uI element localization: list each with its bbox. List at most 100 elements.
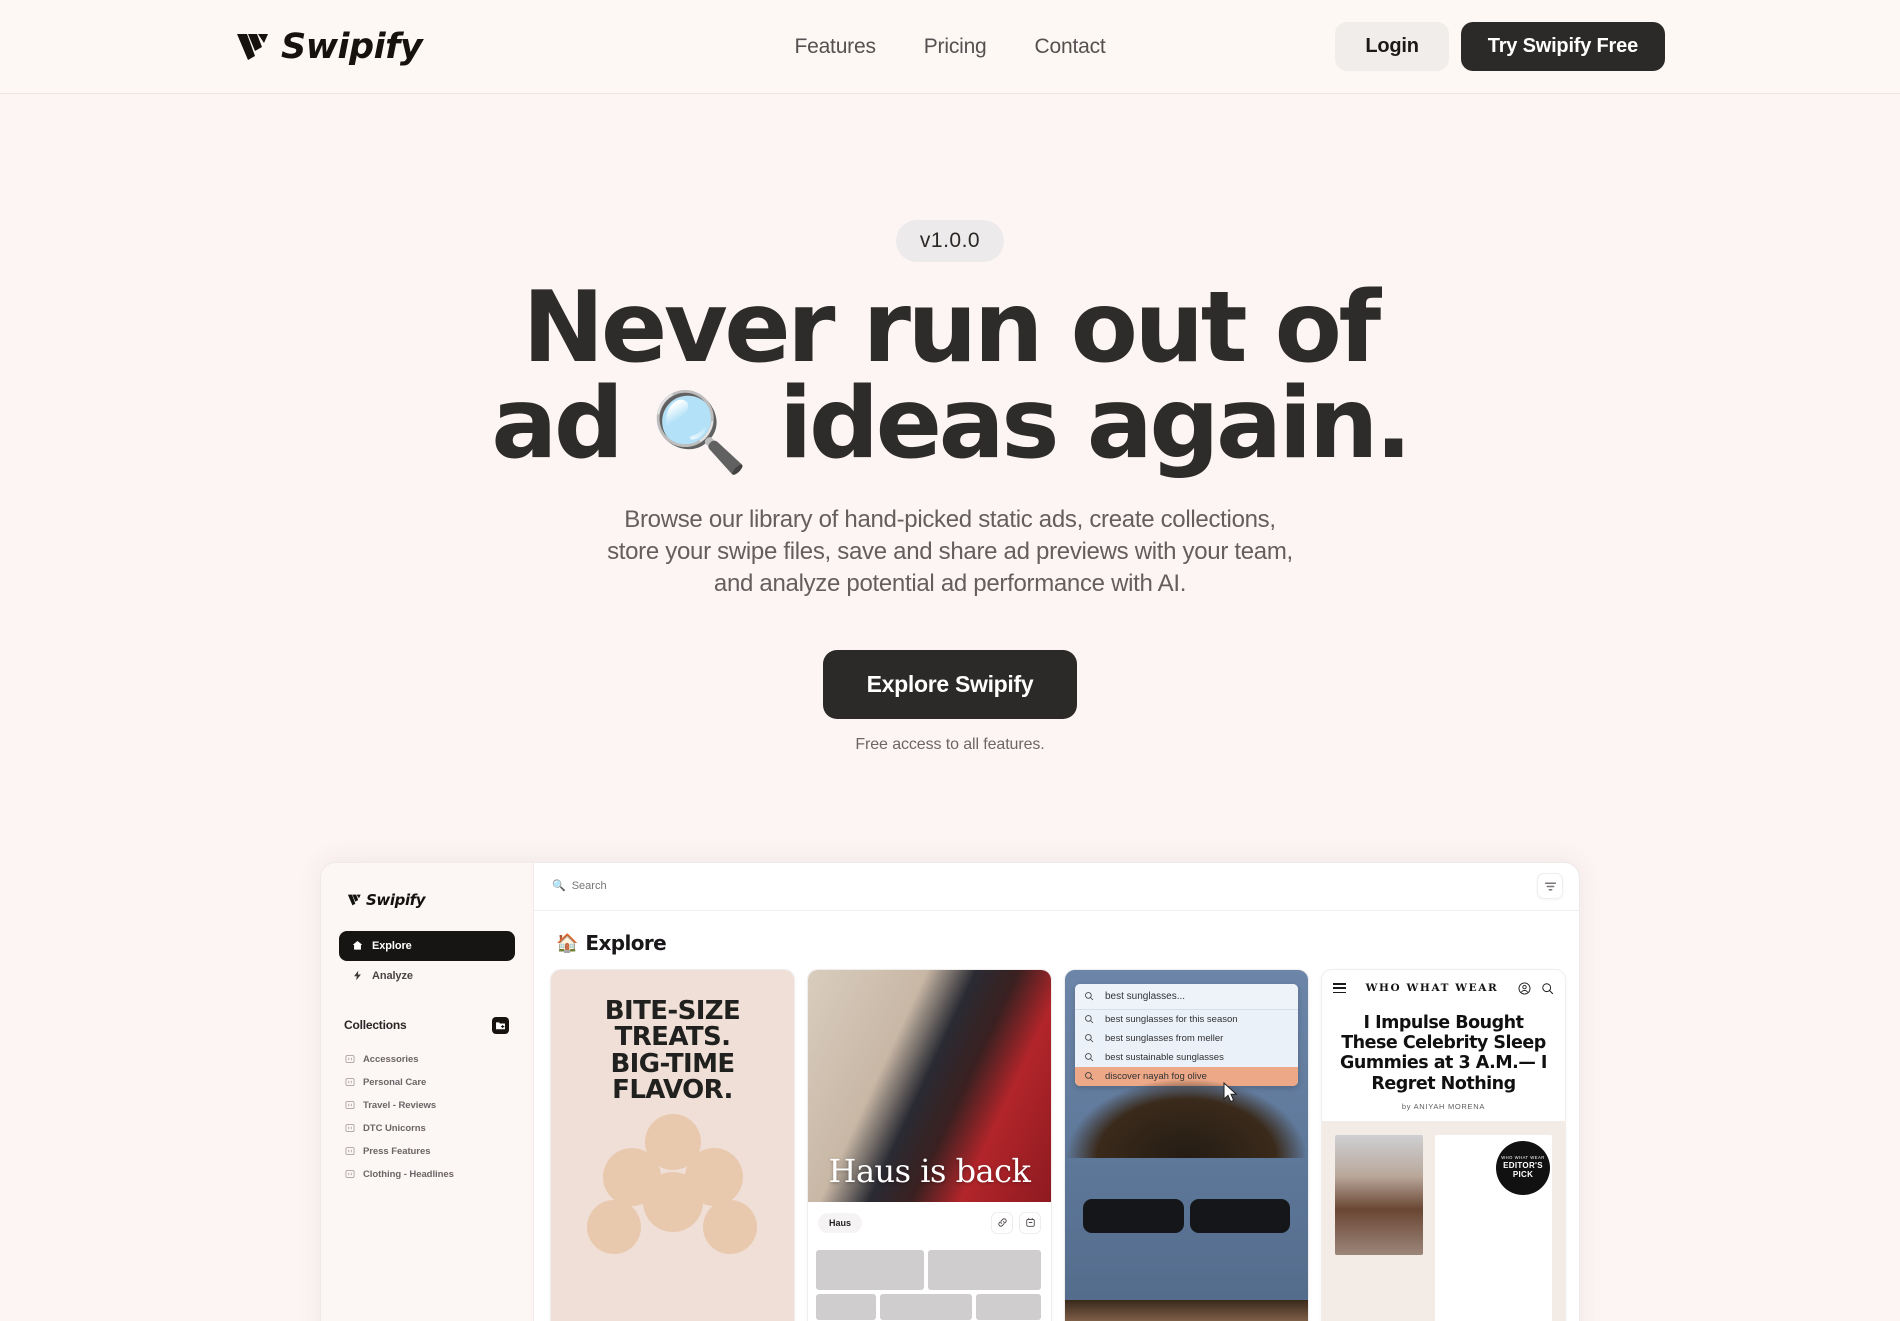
brand-chip[interactable]: Haus bbox=[818, 1212, 863, 1233]
product-image bbox=[573, 1113, 773, 1264]
explore-swipify-button[interactable]: Explore Swipify bbox=[822, 649, 1078, 719]
brand-name: Swipify bbox=[281, 26, 423, 67]
search-query-text: best sunglasses... bbox=[1105, 990, 1186, 1002]
suggestion-item[interactable]: best sunglasses from meller bbox=[1075, 1029, 1298, 1048]
search-icon: 🔍 bbox=[552, 879, 566, 892]
search-bar[interactable]: 🔍 bbox=[552, 879, 1529, 893]
list-item-label: Accessories bbox=[363, 1053, 419, 1065]
collections-list: Accessories Personal Care Travel - Revie… bbox=[339, 1048, 515, 1186]
app-topbar: 🔍 bbox=[534, 863, 1579, 911]
brand-logo[interactable]: Swipify bbox=[235, 26, 423, 67]
ad-image: Haus is back bbox=[808, 969, 1051, 1202]
list-item[interactable]: Personal Care bbox=[341, 1071, 513, 1094]
swipify-logo-icon-small bbox=[347, 894, 361, 906]
hero-title-ideas: ideas again. bbox=[778, 367, 1412, 482]
list-item-label: Travel - Reviews bbox=[363, 1099, 437, 1111]
ad-card-footer: Haus bbox=[808, 1201, 1051, 1244]
ad-image bbox=[1065, 1077, 1308, 1158]
search-input[interactable] bbox=[571, 880, 1529, 893]
hero-title-line-2: ad 🔍 ideas again. bbox=[0, 375, 1900, 473]
ad-headline: BITE-SIZE TREATS. BIG-TIME FLAVOR. bbox=[605, 998, 741, 1106]
suggestion-label: best sunglasses for this season bbox=[1105, 1013, 1238, 1025]
suggestion-item[interactable]: best sunglasses for this season bbox=[1075, 1010, 1298, 1029]
list-item[interactable]: DTC Unicorns bbox=[341, 1117, 513, 1140]
version-badge: v1.0.0 bbox=[895, 220, 1005, 262]
filter-icon bbox=[1544, 882, 1556, 891]
search-icon bbox=[1085, 1034, 1094, 1043]
nav-link-features[interactable]: Features bbox=[794, 35, 875, 59]
account-icon[interactable] bbox=[1518, 982, 1531, 995]
sidebar-item-explore-label: Explore bbox=[372, 939, 412, 952]
link-icon bbox=[997, 1218, 1007, 1227]
copy-link-button[interactable] bbox=[991, 1211, 1013, 1234]
list-item-label: Clothing - Headlines bbox=[363, 1168, 454, 1180]
login-button[interactable]: Login bbox=[1335, 22, 1449, 71]
add-collection-button[interactable] bbox=[492, 1016, 509, 1034]
app-brand-logo: Swipify bbox=[347, 891, 515, 909]
app-preview: Swipify Explore Analyze Collections Acce… bbox=[320, 861, 1580, 1321]
sidebar-item-explore[interactable]: Explore bbox=[339, 930, 515, 961]
home-icon bbox=[352, 941, 363, 950]
list-item[interactable]: Press Features bbox=[341, 1140, 513, 1163]
editors-pick-badge: WHO WHAT WEAR EDITOR'S PICK bbox=[1496, 1140, 1550, 1195]
hamburger-menu-icon[interactable] bbox=[1333, 983, 1346, 994]
article-byline: by ANIYAH MORENA bbox=[1401, 1101, 1486, 1111]
magnifier-emoji-icon: 🔍 bbox=[651, 388, 749, 479]
list-item[interactable]: Travel - Reviews bbox=[341, 1094, 513, 1117]
collection-icon bbox=[345, 1170, 355, 1179]
site-header: Swipify Features Pricing Contact Login T… bbox=[0, 0, 1900, 94]
ad-headline-line-4: FLAVOR. bbox=[612, 1075, 733, 1106]
try-free-button[interactable]: Try Swipify Free bbox=[1460, 22, 1665, 71]
app-main: 🔍 🏠 Explore BITE-SIZE TRE bbox=[534, 863, 1579, 1321]
collections-title: Collections bbox=[344, 1018, 407, 1033]
explore-title: Explore bbox=[585, 930, 667, 955]
ad-card-haus-is-back[interactable]: Haus is back Haus bbox=[807, 968, 1052, 1321]
collection-icon bbox=[345, 1124, 355, 1133]
list-item[interactable]: Clothing - Headlines bbox=[341, 1163, 513, 1186]
hero-subtitle: Browse our library of hand-picked static… bbox=[607, 506, 1293, 597]
house-emoji-icon: 🏠 bbox=[556, 932, 579, 953]
ad-thumbnail-strip bbox=[808, 1244, 1051, 1321]
ad-model-photo bbox=[1065, 1299, 1308, 1321]
header-actions: Login Try Swipify Free bbox=[1335, 22, 1665, 71]
save-icon bbox=[1025, 1218, 1035, 1228]
list-item-label: Personal Care bbox=[363, 1076, 427, 1088]
filter-button[interactable] bbox=[1537, 873, 1563, 900]
collection-icon bbox=[345, 1101, 355, 1110]
hero-section: v1.0.0 Never run out of ad 🔍 ideas again… bbox=[0, 94, 1900, 1321]
mouse-cursor-icon bbox=[1223, 1081, 1238, 1103]
editors-pick-main: EDITOR'S PICK bbox=[1503, 1161, 1543, 1180]
nav-link-pricing[interactable]: Pricing bbox=[924, 35, 987, 59]
app-brand-name: Swipify bbox=[366, 890, 426, 909]
nav-link-contact[interactable]: Contact bbox=[1035, 35, 1106, 59]
article-photo-product: SLEEP WHO WHAT WEAR EDITOR'S PICK bbox=[1435, 1134, 1552, 1321]
explore-header: 🏠 Explore bbox=[534, 911, 1579, 969]
ad-card-who-what-wear[interactable]: WHO WHAT WEAR I Impulse Bought These Cel… bbox=[1321, 968, 1566, 1321]
ad-headline-line-3: BIG-TIME bbox=[610, 1048, 735, 1079]
article-photos: SLEEP WHO WHAT WEAR EDITOR'S PICK bbox=[1322, 1120, 1565, 1321]
article-headline: I Impulse Bought These Celebrity Sleep G… bbox=[1340, 1012, 1547, 1094]
ad-card-grid: BITE-SIZE TREATS. BIG-TIME FLAVOR. TEXT bbox=[534, 968, 1579, 1321]
sunglasses-graphic bbox=[1083, 1198, 1290, 1234]
search-query[interactable]: best sunglasses... bbox=[1075, 983, 1298, 1010]
collection-icon bbox=[345, 1147, 355, 1156]
hero-note: Free access to all features. bbox=[855, 735, 1045, 753]
app-sidebar: Swipify Explore Analyze Collections Acce… bbox=[321, 862, 534, 1321]
publication-name: WHO WHAT WEAR bbox=[1365, 982, 1499, 995]
suggestion-label: best sustainable sunglasses bbox=[1105, 1051, 1224, 1063]
sidebar-item-analyze[interactable]: Analyze bbox=[339, 961, 515, 991]
suggestion-item[interactable]: best sustainable sunglasses bbox=[1075, 1048, 1298, 1067]
ad-card-bite-size-treats[interactable]: BITE-SIZE TREATS. BIG-TIME FLAVOR. TEXT bbox=[550, 968, 795, 1321]
collection-icon bbox=[345, 1055, 355, 1064]
list-item-label: Press Features bbox=[363, 1145, 431, 1157]
hero-title-line-1: Never run out of bbox=[522, 271, 1381, 385]
list-item[interactable]: Accessories bbox=[341, 1048, 513, 1071]
ad-headline-line-2: TREATS. bbox=[614, 1022, 731, 1053]
sidebar-item-analyze-label: Analyze bbox=[372, 969, 413, 982]
article-topbar: WHO WHAT WEAR bbox=[1322, 970, 1565, 1005]
ad-card-best-sunglasses[interactable]: best sunglasses... best sunglasses for t… bbox=[1064, 968, 1309, 1321]
swipify-logo-icon bbox=[237, 33, 268, 60]
search-icon bbox=[1085, 992, 1094, 1001]
search-icon[interactable] bbox=[1541, 982, 1554, 995]
save-button[interactable] bbox=[1019, 1211, 1041, 1234]
